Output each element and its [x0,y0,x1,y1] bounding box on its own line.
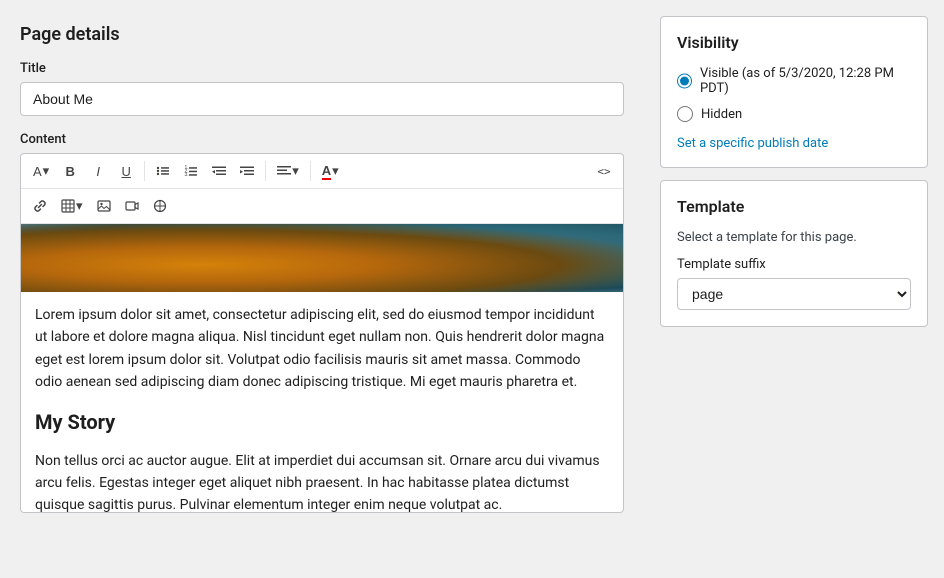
special-chars-button[interactable] [147,193,173,219]
link-icon [33,199,47,213]
title-input[interactable] [20,82,624,116]
align-button[interactable]: ▾ [271,158,305,184]
indent-button[interactable] [234,158,260,184]
table-button[interactable]: ▾ [55,193,89,219]
font-family-label: A [33,164,42,179]
table-icon [61,199,75,213]
visibility-visible-label: Visible (as of 5/3/2020, 12:28 PM PDT) [700,66,911,96]
svg-text:3.: 3. [185,172,189,178]
toolbar-sep1 [144,161,145,181]
video-button[interactable] [119,193,145,219]
heading1: My Story [35,406,609,438]
paragraph1: Lorem ipsum dolor sit amet, consectetur … [35,304,609,394]
special-chars-icon [153,199,167,213]
visibility-visible-radio[interactable] [677,73,692,89]
paragraph2: Non tellus orci ac auctor augue. Elit at… [35,450,609,512]
template-suffix-label: Template suffix [677,257,911,272]
font-color-arrow: ▾ [332,163,339,179]
bold-button[interactable]: B [57,158,83,184]
underline-button[interactable]: U [113,158,139,184]
font-family-button[interactable]: A ▾ [27,158,55,184]
table-arrow: ▾ [76,198,83,214]
content-editor: A ▾ B I U 1. [20,153,624,513]
main-content: Page details Title Content A ▾ B I U [0,0,644,578]
align-icon [277,164,291,178]
unordered-list-icon [156,164,170,178]
visibility-hidden-label: Hidden [701,107,742,122]
visibility-title: Visibility [677,33,911,52]
visibility-visible-option[interactable]: Visible (as of 5/3/2020, 12:28 PM PDT) [677,66,911,96]
outdent-button[interactable] [206,158,232,184]
publish-date-link[interactable]: Set a specific publish date [677,136,828,151]
image-icon [97,199,111,213]
title-label: Title [20,61,624,76]
ordered-list-icon: 1. 2. 3. [184,164,198,178]
visibility-hidden-radio[interactable] [677,106,693,122]
font-family-arrow: ▾ [43,163,50,179]
toolbar-row1: A ▾ B I U 1. [21,154,623,189]
font-color-label: A [322,163,331,180]
right-sidebar: Visibility Visible (as of 5/3/2020, 12:2… [644,0,944,578]
editor-text[interactable]: Lorem ipsum dolor sit amet, consectetur … [21,292,623,512]
italic-button[interactable]: I [85,158,111,184]
toolbar-sep3 [310,161,311,181]
content-image [21,224,623,292]
content-label: Content [20,132,624,147]
coral-image [21,224,623,292]
align-arrow: ▾ [292,163,299,179]
visibility-panel: Visibility Visible (as of 5/3/2020, 12:2… [660,16,928,168]
toolbar-sep2 [265,161,266,181]
ordered-list-button[interactable]: 1. 2. 3. [178,158,204,184]
outdent-icon [212,164,226,178]
video-icon [125,199,139,213]
template-panel: Template Select a template for this page… [660,180,928,327]
template-title: Template [677,197,911,216]
image-button[interactable] [91,193,117,219]
link-button[interactable] [27,193,53,219]
template-suffix-select[interactable]: page full-width blank [677,278,911,310]
toolbar-row2: ▾ [21,189,623,224]
page-title: Page details [20,24,624,45]
unordered-list-button[interactable] [150,158,176,184]
indent-icon [240,164,254,178]
visibility-hidden-option[interactable]: Hidden [677,106,911,122]
html-button[interactable]: <> [591,158,617,184]
font-color-button[interactable]: A ▾ [316,158,345,184]
template-description: Select a template for this page. [677,230,911,245]
editor-body[interactable]: Lorem ipsum dolor sit amet, consectetur … [21,224,623,512]
